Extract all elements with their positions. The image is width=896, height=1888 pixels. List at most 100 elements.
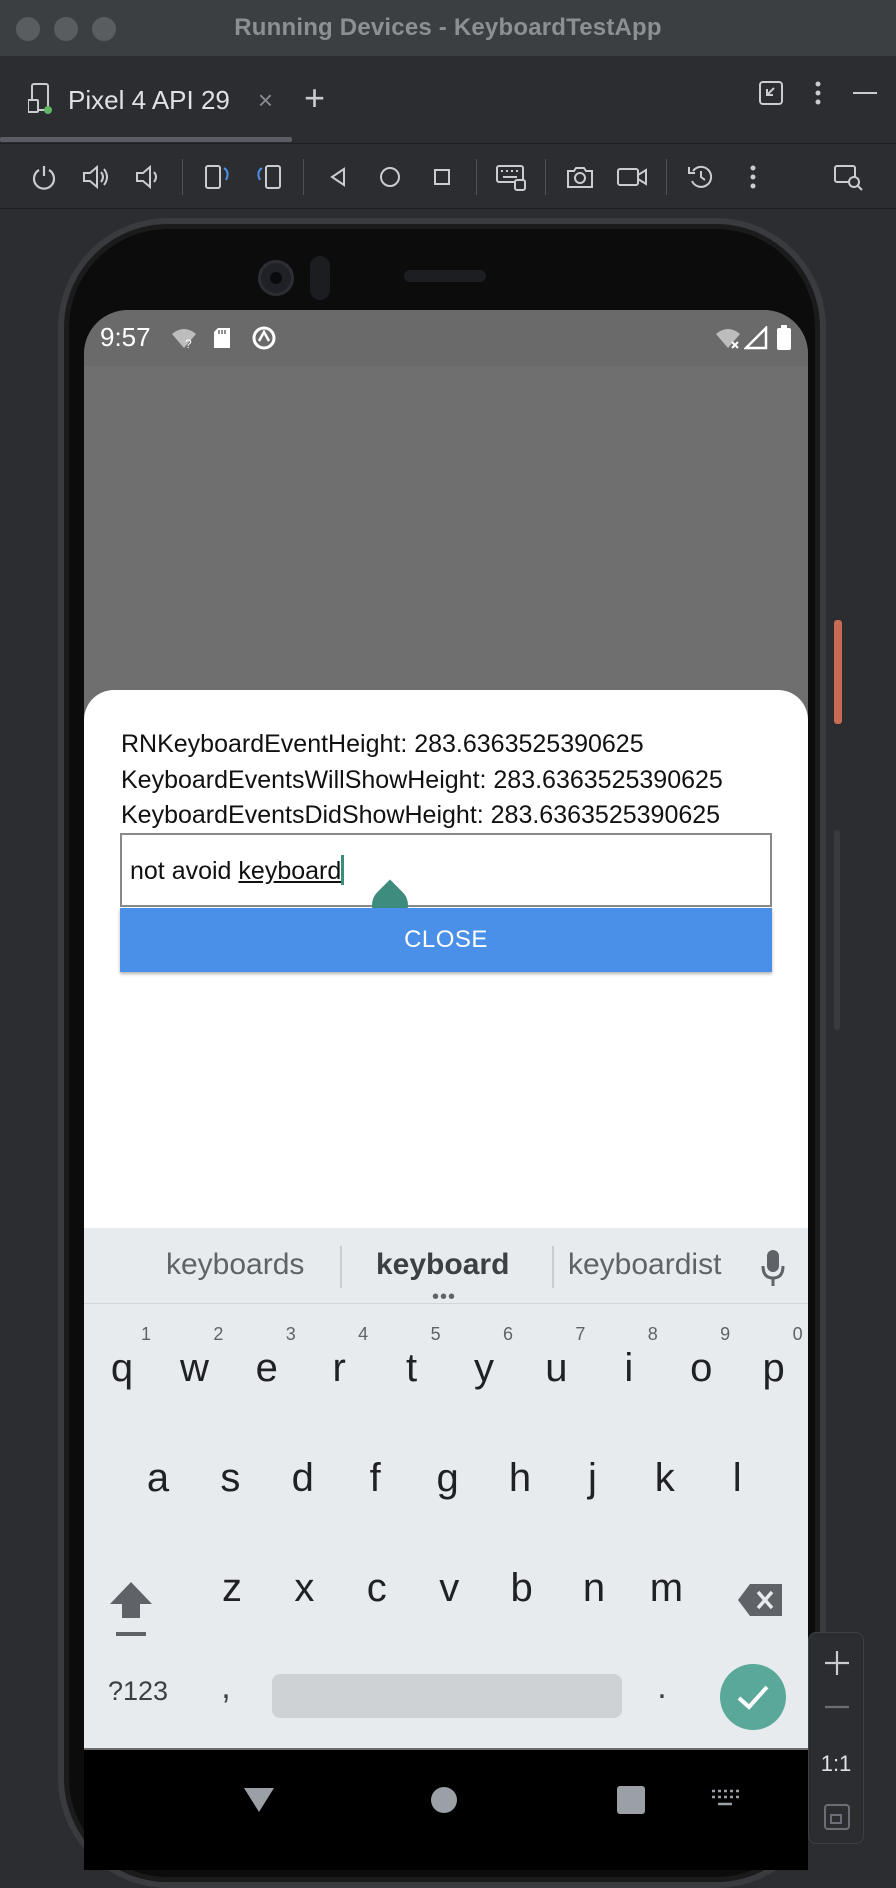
more-options-icon[interactable] — [733, 157, 773, 197]
wifi-question-icon: ? — [170, 326, 198, 355]
tab-close-icon[interactable]: × — [258, 85, 273, 116]
window-controls — [16, 17, 116, 41]
microphone-icon[interactable] — [760, 1248, 786, 1293]
back-icon[interactable] — [318, 157, 358, 197]
tab-label: Pixel 4 API 29 — [68, 84, 230, 115]
space-bar[interactable] — [272, 1674, 622, 1718]
key-o[interactable]: o — [671, 1346, 731, 1391]
suggestion-center[interactable]: keyboard — [376, 1248, 509, 1282]
key-hint-0: 0 — [792, 1324, 803, 1344]
suggestion-right[interactable]: keyboardist — [568, 1248, 721, 1282]
key-i[interactable]: i — [599, 1346, 659, 1391]
minimize-panel-icon[interactable] — [852, 80, 878, 111]
zoom-in-icon[interactable] — [823, 1649, 851, 1682]
text-input[interactable]: not avoid keyboard — [120, 833, 772, 931]
rotate-left-icon[interactable] — [197, 157, 237, 197]
key-hint-7: 7 — [575, 1324, 586, 1344]
face-sensor — [310, 256, 330, 300]
input-plain-text: not avoid — [130, 857, 239, 885]
key-q[interactable]: q — [92, 1346, 152, 1391]
key-v[interactable]: v — [419, 1566, 479, 1611]
zoom-window-button[interactable] — [92, 17, 116, 41]
key-s[interactable]: s — [200, 1456, 260, 1501]
more-suggestions-dots: ••• — [432, 1286, 457, 1308]
key-j[interactable]: j — [562, 1456, 622, 1501]
key-a[interactable]: a — [128, 1456, 188, 1501]
close-window-button[interactable] — [16, 17, 40, 41]
suggestion-left[interactable]: keyboards — [166, 1248, 304, 1282]
comma-key[interactable]: , — [196, 1668, 256, 1707]
key-hint-3: 3 — [285, 1324, 296, 1344]
nav-recents-icon[interactable] — [616, 1786, 646, 1819]
key-u[interactable]: u — [526, 1346, 586, 1391]
status-bar: 9:57 ? — [84, 310, 808, 366]
home-icon[interactable] — [370, 157, 410, 197]
key-e[interactable]: e — [237, 1346, 297, 1391]
video-icon[interactable] — [612, 157, 652, 197]
zoom-actual-size[interactable]: 1:1 — [809, 1751, 863, 1777]
fit-screen-icon[interactable] — [823, 1803, 851, 1836]
key-f[interactable]: f — [345, 1456, 405, 1501]
rn-keyboard-event-height: RNKeyboardEventHeight: 283.6363525390625 — [121, 730, 644, 758]
volume-side-button — [834, 830, 840, 1030]
key-b[interactable]: b — [492, 1566, 552, 1611]
minimize-window-button[interactable] — [54, 17, 78, 41]
shift-key[interactable] — [106, 1578, 156, 1647]
key-c[interactable]: c — [347, 1566, 407, 1611]
suggestion-strip: keyboards keyboard ••• keyboardist — [84, 1228, 808, 1308]
toolbar-separator — [303, 158, 304, 195]
key-m[interactable]: m — [636, 1566, 696, 1611]
key-z[interactable]: z — [202, 1566, 262, 1611]
enter-key[interactable] — [720, 1664, 786, 1730]
key-l[interactable]: l — [707, 1456, 767, 1501]
key-t[interactable]: t — [382, 1346, 442, 1391]
input-composing-text: keyboard — [238, 857, 342, 885]
tab-actions — [758, 80, 878, 111]
add-tab-button[interactable]: + — [304, 78, 325, 118]
suggestion-separator — [340, 1246, 342, 1288]
will-show-height: KeyboardEventsWillShowHeight: 283.636352… — [121, 766, 723, 794]
power-icon[interactable] — [24, 157, 64, 197]
more-options-icon[interactable] — [814, 80, 822, 111]
modal-backdrop[interactable] — [84, 366, 808, 746]
volume-up-icon[interactable] — [76, 157, 116, 197]
volume-down-icon[interactable] — [128, 157, 168, 197]
did-show-height: KeyboardEventsDidShowHeight: 283.6363525… — [121, 801, 721, 829]
battery-icon — [776, 324, 792, 357]
device-explorer-icon[interactable] — [828, 157, 868, 197]
tab-device[interactable]: Pixel 4 API 29 × — [0, 56, 292, 144]
key-n[interactable]: n — [564, 1566, 624, 1611]
toolbar-separator — [666, 158, 667, 195]
close-button[interactable]: CLOSE — [120, 908, 772, 972]
restore-icon[interactable] — [758, 80, 784, 111]
rotate-right-icon[interactable] — [249, 157, 289, 197]
key-x[interactable]: x — [274, 1566, 334, 1611]
key-g[interactable]: g — [418, 1456, 478, 1501]
key-w[interactable]: w — [164, 1346, 224, 1391]
window-title: Running Devices - KeyboardTestApp — [234, 14, 662, 41]
backspace-key[interactable] — [736, 1582, 784, 1623]
nav-keyboard-icon[interactable] — [710, 1788, 740, 1813]
key-d[interactable]: d — [273, 1456, 333, 1501]
key-p[interactable]: p — [744, 1346, 804, 1391]
front-camera — [258, 260, 294, 296]
key-k[interactable]: k — [635, 1456, 695, 1501]
toolbar-separator — [545, 158, 546, 195]
zoom-out-icon[interactable] — [823, 1699, 851, 1717]
symbols-key[interactable]: ?123 — [98, 1676, 178, 1707]
snapshot-icon[interactable] — [681, 157, 721, 197]
text-cursor — [341, 855, 345, 885]
keyboard-icon[interactable] — [491, 157, 531, 197]
overview-icon[interactable] — [422, 157, 462, 197]
nav-back-icon[interactable] — [242, 1784, 276, 1819]
key-hint-2: 2 — [213, 1324, 224, 1344]
nav-home-icon[interactable] — [430, 1786, 458, 1819]
camera-icon[interactable] — [560, 157, 600, 197]
key-y[interactable]: y — [454, 1346, 514, 1391]
key-r[interactable]: r — [309, 1346, 369, 1391]
period-key[interactable]: . — [632, 1668, 692, 1707]
key-hint-8: 8 — [647, 1324, 658, 1344]
key-hint-4: 4 — [358, 1324, 369, 1344]
key-h[interactable]: h — [490, 1456, 550, 1501]
tab-bar: Pixel 4 API 29 × + — [0, 56, 896, 144]
